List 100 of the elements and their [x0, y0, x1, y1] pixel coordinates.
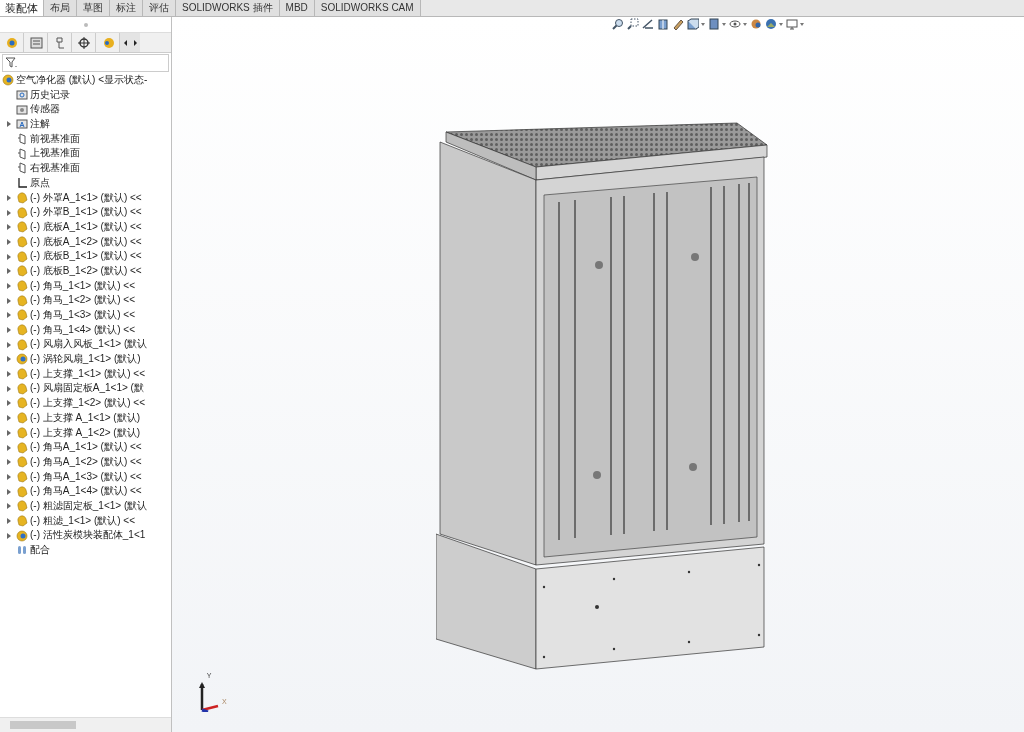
part-icon [16, 397, 28, 410]
expand-arrow-icon[interactable] [7, 194, 11, 201]
tree-item[interactable]: (-) 底板A_1<1> (默认) << [30, 219, 142, 235]
tree-item[interactable]: (-) 活性炭模块装配体_1<1 [30, 528, 146, 543]
view-orientation-icon[interactable] [687, 18, 699, 30]
part-icon [16, 309, 28, 322]
tree-item[interactable]: (-) 底板A_1<2> (默认) << [30, 234, 142, 250]
origin-icon [16, 177, 28, 190]
section-view-icon[interactable] [657, 18, 669, 30]
part-icon [16, 206, 28, 219]
appearance-icon[interactable] [750, 18, 762, 30]
tree-item[interactable]: 上视基准面 [30, 146, 80, 162]
command-tab[interactable]: 布局 [44, 0, 77, 16]
assembly-icon [16, 353, 28, 366]
tree-item[interactable]: 传感器 [30, 102, 60, 118]
plane-icon [16, 133, 28, 146]
scroll-left-icon[interactable] [122, 39, 128, 46]
command-tab[interactable]: 标注 [110, 0, 143, 16]
plane-icon [16, 162, 28, 175]
dropdown-caret-icon[interactable] [701, 22, 705, 26]
part-icon [16, 456, 28, 469]
dropdown-caret-icon[interactable] [743, 22, 747, 26]
expand-arrow-icon[interactable] [7, 488, 11, 495]
part-icon [16, 426, 28, 439]
dropdown-caret-icon[interactable] [779, 22, 783, 26]
monitor-icon[interactable] [786, 18, 798, 30]
command-tab[interactable]: 草图 [77, 0, 110, 16]
command-tab[interactable]: 装配体 [0, 0, 44, 16]
tree-item[interactable]: (-) 角马_1<3> (默认) << [30, 308, 136, 323]
dropdown-caret-icon[interactable] [800, 22, 804, 26]
tree-item[interactable]: (-) 风扇入风板_1<1> (默认 [30, 337, 148, 353]
tree-item[interactable]: (-) 角马A_1<1> (默认) << [30, 440, 142, 455]
command-tab[interactable]: SOLIDWORKS 插件 [176, 0, 280, 16]
expand-arrow-icon[interactable] [7, 253, 11, 260]
tree-item[interactable]: 原点 [30, 175, 50, 191]
part-icon [16, 324, 28, 337]
command-tab[interactable]: 评估 [143, 0, 176, 16]
tree-item[interactable]: (-) 粗滤固定板_1<1> (默认 [30, 498, 148, 514]
expand-arrow-icon[interactable] [7, 356, 11, 363]
tree-item[interactable]: (-) 底板B_1<1> (默认) << [30, 249, 142, 264]
tree-item[interactable]: (-) 角马_1<4> (默认) << [30, 322, 136, 338]
tree-item[interactable]: 历史记录 [30, 87, 70, 103]
annotation-folder-icon [16, 118, 28, 131]
scene-icon[interactable] [765, 18, 777, 30]
scroll-right-icon[interactable] [132, 39, 138, 46]
expand-arrow-icon[interactable] [7, 312, 11, 319]
zoom-to-fit-icon[interactable] [612, 18, 624, 30]
tree-item[interactable]: 空气净化器 (默认) <显示状态- [16, 73, 148, 88]
tree-item[interactable]: (-) 上支撑_1<2> (默认) << [30, 396, 146, 411]
part-icon [16, 441, 28, 454]
display-style-icon[interactable] [708, 18, 720, 30]
hide-show-icon[interactable] [729, 18, 741, 30]
part-icon [16, 294, 28, 307]
history-folder-icon [16, 89, 28, 102]
tree-item[interactable]: (-) 上支撑 A_1<2> (默认) [30, 425, 141, 441]
tree-item[interactable]: (-) 外罩A_1<1> (默认) << [30, 190, 142, 206]
part-icon [16, 279, 28, 292]
previous-view-icon[interactable] [642, 18, 654, 30]
expand-arrow-icon[interactable] [7, 297, 11, 304]
tree-item[interactable]: 右视基准面 [30, 161, 80, 176]
part-icon [16, 500, 28, 513]
tree-item[interactable]: (-) 角马_1<1> (默认) << [30, 278, 136, 294]
expand-arrow-icon[interactable] [7, 209, 11, 216]
part-icon [16, 250, 28, 263]
tree-item[interactable]: (-) 角马A_1<4> (默认) << [30, 484, 142, 499]
command-tab[interactable]: SOLIDWORKS CAM [314, 0, 421, 16]
feature-tree-tab-icon[interactable] [4, 35, 19, 50]
part-icon [16, 412, 28, 425]
tree-item[interactable]: (-) 上支撑_1<1> (默认) << [30, 366, 146, 382]
command-tab[interactable]: MBD [279, 0, 315, 16]
tree-item[interactable]: (-) 外罩B_1<1> (默认) << [30, 205, 142, 220]
tree-item[interactable]: (-) 粗滤_1<1> (默认) << [30, 513, 136, 529]
tree-item[interactable]: (-) 风扇固定板A_1<1> (默 [30, 381, 144, 397]
expand-arrow-icon[interactable] [7, 444, 11, 451]
tree-item[interactable]: (-) 角马A_1<2> (默认) << [30, 454, 142, 470]
zoom-area-icon[interactable] [627, 18, 639, 30]
expand-arrow-icon[interactable] [7, 121, 11, 128]
part-icon [16, 191, 28, 204]
expand-arrow-icon[interactable] [7, 400, 11, 407]
tree-item[interactable]: (-) 涡轮风扇_1<1> (默认) [30, 352, 141, 367]
horizontal-scrollbar[interactable] [10, 721, 76, 729]
splitter-handle-icon[interactable] [83, 22, 88, 27]
part-icon [16, 265, 28, 278]
tree-item[interactable]: (-) 上支撑 A_1<1> (默认) [30, 410, 141, 426]
part-icon [16, 338, 28, 351]
expand-arrow-icon[interactable] [7, 532, 11, 539]
tree-item[interactable]: 配合 [30, 543, 50, 558]
part-icon [16, 470, 28, 483]
tree-item[interactable]: (-) 底板B_1<2> (默认) << [30, 263, 142, 279]
tree-item[interactable]: (-) 角马A_1<3> (默认) << [30, 469, 142, 485]
part-icon [16, 485, 28, 498]
dropdown-caret-icon[interactable] [722, 22, 726, 26]
tree-item[interactable]: (-) 角马_1<2> (默认) << [30, 293, 136, 308]
dimxpert-tab-icon[interactable] [76, 35, 91, 50]
tree-item[interactable]: 前视基准面 [30, 131, 80, 147]
mates-icon [16, 544, 28, 557]
tree-item[interactable]: 注解 [30, 117, 50, 132]
assembly-icon [2, 74, 14, 87]
filter-icon [5, 57, 18, 69]
filter-field[interactable] [2, 54, 169, 72]
